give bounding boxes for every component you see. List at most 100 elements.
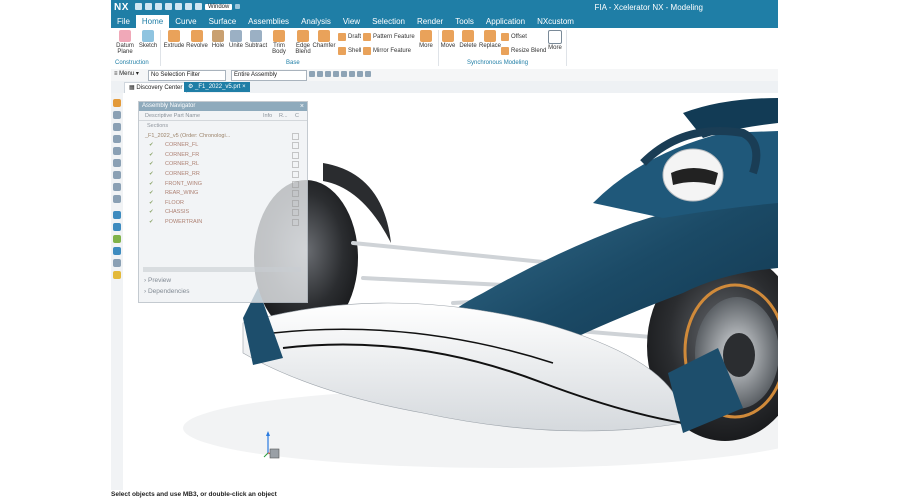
web-browser-icon[interactable] xyxy=(113,159,121,167)
tree-row-component[interactable]: ✔ FRONT_WING xyxy=(139,179,307,189)
sketch-button[interactable]: Sketch xyxy=(136,29,160,59)
sync-more-button[interactable]: More xyxy=(543,29,567,59)
menu-button[interactable]: ≡ Menu ▾ xyxy=(114,70,139,77)
history-icon[interactable] xyxy=(113,171,121,179)
copy-icon[interactable] xyxy=(175,3,182,10)
redo-icon[interactable] xyxy=(155,3,162,10)
window-dropdown[interactable]: Window xyxy=(205,3,233,10)
deselect-icon[interactable] xyxy=(317,71,323,77)
tree-row-component[interactable]: ✔ FLOOR xyxy=(139,198,307,208)
menu-analysis[interactable]: Analysis xyxy=(295,15,337,28)
checkbox[interactable] xyxy=(292,218,299,226)
tree-row-component[interactable]: ✔ POWERTRAIN xyxy=(139,217,307,227)
cut-icon[interactable] xyxy=(165,3,172,10)
menu-file[interactable]: File xyxy=(111,15,136,28)
menu-tools[interactable]: Tools xyxy=(449,15,480,28)
navigator-horizontal-scrollbar[interactable] xyxy=(143,267,301,272)
menu-nxcustom[interactable]: NXcustom xyxy=(531,15,580,28)
constraint-navigator-icon[interactable] xyxy=(113,111,121,119)
check-icon[interactable]: ✔ xyxy=(149,152,154,158)
extrude-button[interactable]: Extrude xyxy=(162,29,186,59)
repeat-icon[interactable] xyxy=(195,3,202,10)
check-icon[interactable]: ✔ xyxy=(149,181,154,187)
selection-scope-dropdown[interactable]: Entire Assembly xyxy=(231,70,307,81)
navigator-title-bar[interactable]: Assembly Navigator × xyxy=(139,102,307,111)
roles-icon[interactable] xyxy=(113,211,121,219)
menu-render[interactable]: Render xyxy=(411,15,449,28)
mid-point-icon[interactable] xyxy=(349,71,355,77)
system-materials-icon[interactable] xyxy=(113,183,121,191)
journal-icon[interactable] xyxy=(113,247,121,255)
save-icon[interactable] xyxy=(135,3,142,10)
check-icon[interactable]: ✔ xyxy=(149,209,154,215)
tab-discovery-center[interactable]: ▦ Discovery Center xyxy=(124,82,188,93)
paste-icon[interactable] xyxy=(185,3,192,10)
check-icon[interactable]: ✔ xyxy=(149,200,154,206)
menu-application[interactable]: Application xyxy=(480,15,531,28)
subtract-button[interactable]: Subtract xyxy=(243,29,269,59)
checkbox[interactable] xyxy=(292,142,299,150)
column-descriptive-part-name[interactable]: Descriptive Part Name xyxy=(145,113,200,119)
trim-body-button[interactable]: Trim Body xyxy=(267,29,291,59)
tree-row-component[interactable]: ✔ CORNER_FR xyxy=(139,150,307,160)
checkbox[interactable] xyxy=(292,199,299,207)
shell-button[interactable]: Shell xyxy=(338,47,361,55)
process-studio-icon[interactable] xyxy=(113,195,121,203)
manufacturing-wizard-icon[interactable] xyxy=(113,235,121,243)
chamfer-button[interactable]: Chamfer xyxy=(311,29,337,59)
tree-row-component[interactable]: ✔ CORNER_FL xyxy=(139,140,307,150)
system-scenes-icon[interactable] xyxy=(113,223,121,231)
check-icon[interactable]: ✔ xyxy=(149,219,154,225)
check-icon[interactable]: ✔ xyxy=(149,142,154,148)
help-icon[interactable] xyxy=(113,271,121,279)
checkbox[interactable] xyxy=(292,132,299,140)
checkbox[interactable] xyxy=(292,170,299,178)
tree-row-component[interactable]: ✔ CORNER_RL xyxy=(139,159,307,169)
end-point-icon[interactable] xyxy=(341,71,347,77)
dependencies-section[interactable]: › Dependencies xyxy=(144,288,190,295)
checkbox[interactable] xyxy=(292,180,299,188)
quadrant-icon[interactable] xyxy=(365,71,371,77)
replace-button[interactable]: Replace xyxy=(477,29,503,59)
tree-row-component[interactable]: ✔ CORNER_RR xyxy=(139,169,307,179)
datum-plane-button[interactable]: Datum Plane xyxy=(113,29,137,59)
selection-filter-dropdown[interactable]: No Selection Filter xyxy=(148,70,226,81)
close-icon[interactable]: × xyxy=(300,102,304,111)
menu-selection[interactable]: Selection xyxy=(366,15,411,28)
column-r[interactable]: R... xyxy=(279,113,288,119)
pattern-feature-button[interactable]: Pattern Feature xyxy=(363,33,415,41)
part-navigator-icon[interactable] xyxy=(113,123,121,131)
menu-home[interactable]: Home xyxy=(135,15,170,28)
checkbox[interactable] xyxy=(292,151,299,159)
check-icon[interactable]: ✔ xyxy=(149,190,154,196)
close-icon[interactable]: × xyxy=(240,84,246,90)
menu-curve[interactable]: Curve xyxy=(169,15,202,28)
center-icon[interactable] xyxy=(357,71,363,77)
tree-row-component[interactable]: ✔ CHASSIS xyxy=(139,207,307,217)
assembly-navigator-icon[interactable] xyxy=(113,99,121,107)
checkbox[interactable] xyxy=(292,209,299,217)
draft-button[interactable]: Draft xyxy=(338,33,361,41)
offset-button[interactable]: Offset xyxy=(501,33,527,41)
base-more-button[interactable]: More xyxy=(414,29,438,59)
resize-blend-button[interactable]: Resize Blend xyxy=(501,47,546,55)
check-icon[interactable]: ✔ xyxy=(149,171,154,177)
snap-icon[interactable] xyxy=(325,71,331,77)
checkbox[interactable] xyxy=(292,161,299,169)
settings-icon[interactable] xyxy=(113,259,121,267)
menu-surface[interactable]: Surface xyxy=(203,15,243,28)
select-all-icon[interactable] xyxy=(309,71,315,77)
preview-section[interactable]: › Preview xyxy=(144,277,171,284)
reuse-library-icon[interactable] xyxy=(113,135,121,143)
view-triad[interactable] xyxy=(262,427,282,463)
point-icon[interactable] xyxy=(333,71,339,77)
check-icon[interactable]: ✔ xyxy=(149,161,154,167)
hd3d-tools-icon[interactable] xyxy=(113,147,121,155)
menu-assemblies[interactable]: Assemblies xyxy=(242,15,295,28)
checkbox[interactable] xyxy=(292,190,299,198)
tree-row-sections[interactable]: Sections xyxy=(139,121,307,131)
column-c[interactable]: C xyxy=(295,113,299,119)
tree-row-root[interactable]: _F1_2022_v5 (Order: Chronologi... xyxy=(139,131,307,141)
tab-part-file[interactable]: ⚙ _F1_2022_v5.prt × xyxy=(184,82,250,92)
mirror-feature-button[interactable]: Mirror Feature xyxy=(363,47,411,55)
